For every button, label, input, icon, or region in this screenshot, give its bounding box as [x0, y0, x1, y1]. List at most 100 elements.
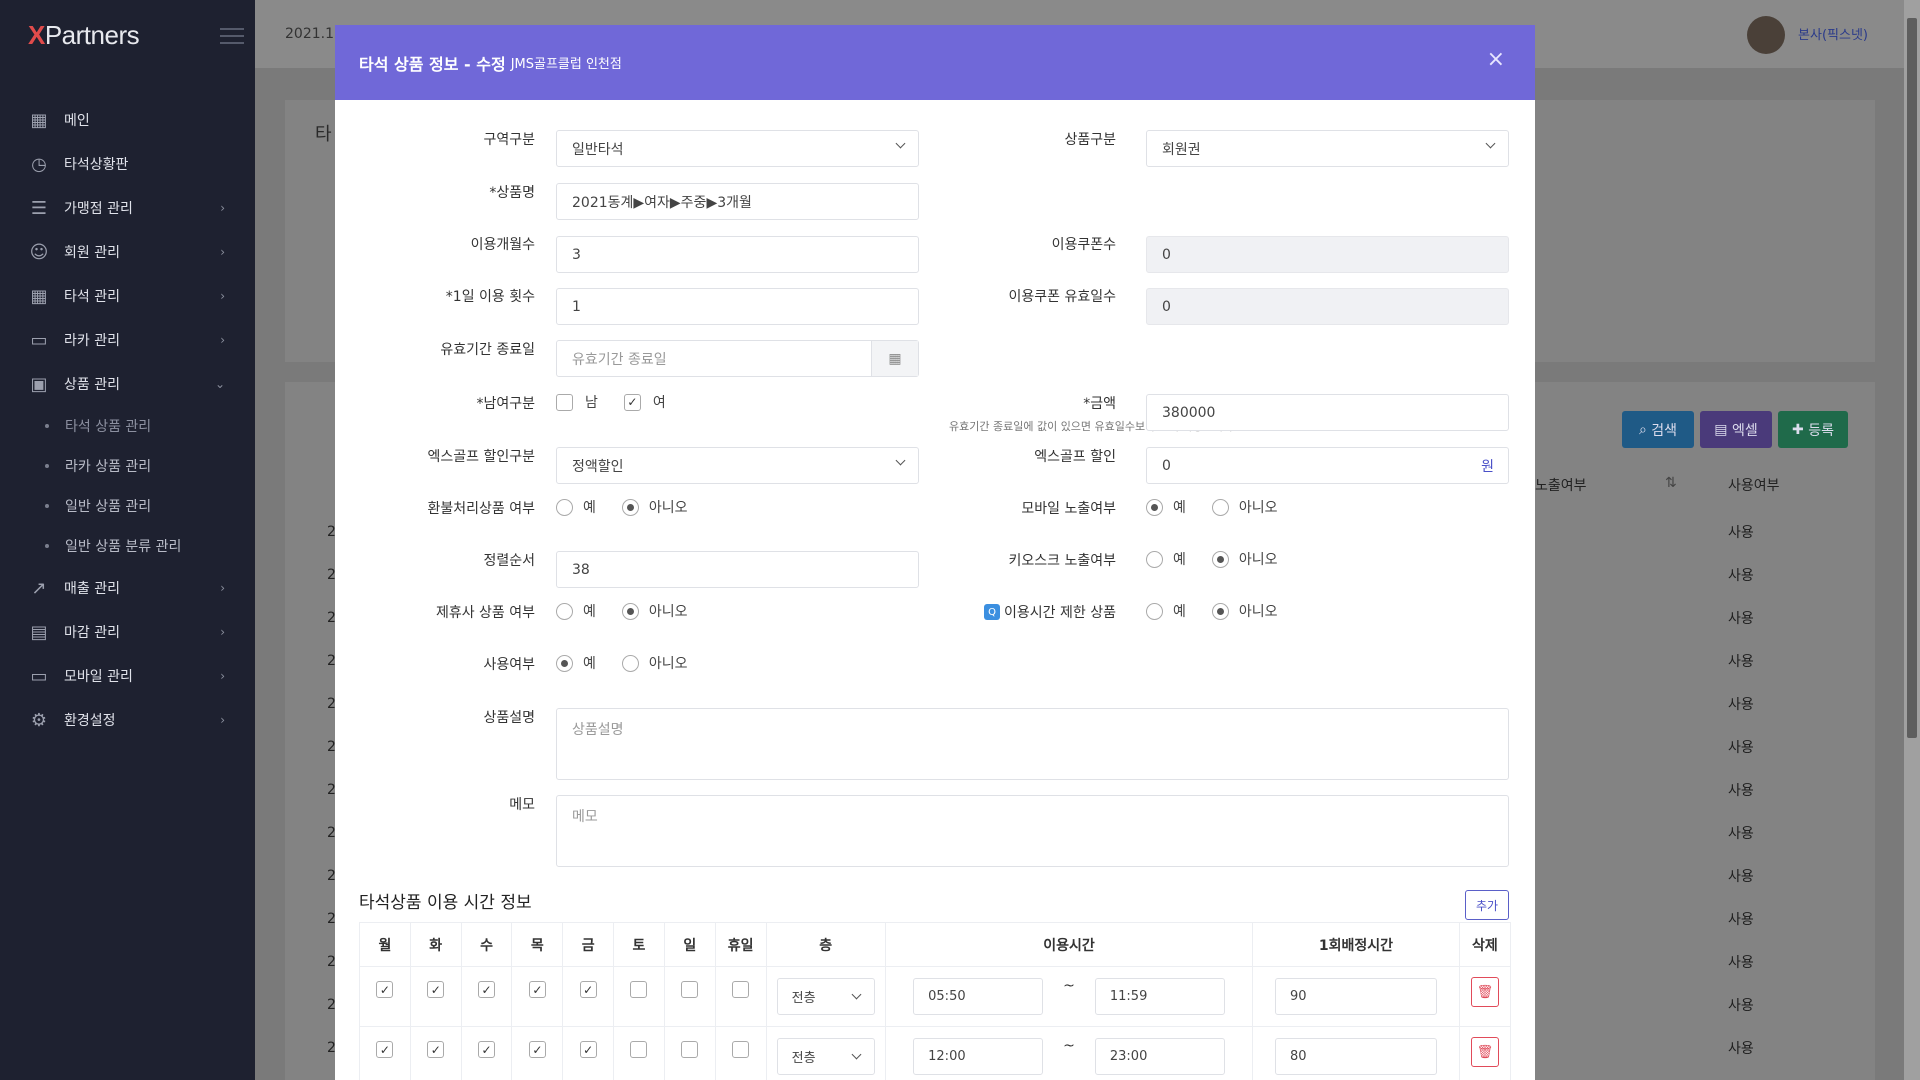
description-textarea[interactable]: 상품설명 [556, 708, 1509, 780]
day-checkbox[interactable]: ✓ [478, 1041, 496, 1058]
months-input[interactable]: 3 [556, 236, 919, 273]
sidebar-item[interactable]: ▭ 모바일 관리 › [0, 654, 255, 698]
sidebar-subitem[interactable]: 일반 상품 분류 관리 [0, 526, 255, 566]
column-header-exposure[interactable]: 노출여부 [1535, 475, 1587, 495]
sidebar-item[interactable]: ▤ 마감 관리 › [0, 610, 255, 654]
sidebar-item[interactable]: ▭ 라카 관리 › [0, 318, 255, 362]
sidebar-subitem[interactable]: 타석 상품 관리 [0, 406, 255, 446]
time-limit-yes-option[interactable]: 예 [1146, 601, 1186, 621]
avatar[interactable] [1747, 16, 1785, 54]
excel-button[interactable]: ▤ 엑셀 [1700, 411, 1772, 448]
price-input[interactable]: 380000 [1146, 394, 1509, 431]
sort-icon[interactable]: ⇅ [1665, 475, 1677, 491]
floor-select[interactable]: 전층 [776, 978, 875, 1015]
end-time-input[interactable]: 11:59 [1094, 978, 1225, 1015]
day-checkbox[interactable]: ✓ [528, 1041, 546, 1058]
radio-button[interactable] [556, 654, 573, 672]
app-logo[interactable]: XPartners [28, 20, 140, 51]
radio-button[interactable] [1211, 602, 1229, 620]
start-time-input[interactable]: 05:50 [913, 978, 1044, 1015]
use-no-option[interactable]: 아니오 [621, 653, 688, 673]
partner-no-option[interactable]: 아니오 [621, 601, 688, 621]
coupon-count-input[interactable]: 0 [1146, 236, 1509, 273]
product-type-select[interactable]: 회원권 [1146, 130, 1509, 167]
mobile-yes-option[interactable]: 예 [1146, 497, 1186, 517]
discount-type-select[interactable]: 정액할인 [556, 447, 919, 484]
sidebar-item[interactable]: ☰ 가맹점 관리 › [0, 186, 255, 230]
day-checkbox[interactable] [681, 1041, 699, 1058]
day-checkbox[interactable]: ✓ [376, 981, 394, 998]
mobile-no-option[interactable]: 아니오 [1211, 497, 1278, 517]
gender-female-option[interactable]: ✓ 여 [623, 392, 666, 412]
day-checkbox[interactable]: ✓ [478, 981, 496, 998]
daily-count-input[interactable]: 1 [556, 288, 919, 325]
calendar-icon[interactable]: ▦ [871, 341, 918, 376]
sidebar-subitem[interactable]: 라카 상품 관리 [0, 446, 255, 486]
scrollbar-thumb[interactable] [1907, 18, 1917, 738]
radio-button[interactable] [1211, 498, 1229, 516]
radio-button[interactable] [1146, 550, 1163, 568]
gender-male-option[interactable]: 남 [556, 392, 598, 412]
sidebar-subitem[interactable]: 일반 상품 관리 [0, 486, 255, 526]
radio-button[interactable] [621, 654, 639, 672]
day-checkbox[interactable] [732, 1041, 750, 1058]
sidebar-item[interactable]: ⚙ 환경설정 › [0, 698, 255, 742]
memo-textarea[interactable]: 메모 [556, 795, 1509, 867]
trash-icon[interactable]: 🗑 [1470, 1037, 1499, 1067]
male-checkbox[interactable] [556, 393, 573, 411]
refund-no-option[interactable]: 아니오 [621, 497, 688, 517]
column-header-use[interactable]: 사용여부 [1728, 475, 1780, 495]
time-limit-no-option[interactable]: 아니오 [1211, 601, 1278, 621]
menu-toggle-icon[interactable] [220, 28, 244, 49]
radio-button[interactable] [556, 498, 573, 516]
discount-input[interactable]: 0원 [1146, 447, 1509, 484]
add-time-button[interactable]: 추가 [1465, 890, 1509, 920]
day-checkbox[interactable] [630, 981, 648, 998]
radio-button[interactable] [1211, 550, 1229, 568]
day-checkbox[interactable] [630, 1041, 648, 1058]
minutes-input[interactable]: 90 [1274, 978, 1437, 1015]
sidebar-item[interactable]: ▦ 타석 관리 › [0, 274, 255, 318]
trash-icon[interactable]: 🗑 [1470, 977, 1499, 1007]
female-checkbox[interactable]: ✓ [623, 393, 641, 411]
search-button[interactable]: ⌕ 검색 [1622, 411, 1694, 448]
register-button[interactable]: ✚ 등록 [1778, 411, 1848, 448]
day-checkbox[interactable]: ✓ [427, 1041, 445, 1058]
sidebar-item[interactable]: ◷ 타석상황판 [0, 142, 255, 186]
radio-button[interactable] [621, 602, 639, 620]
day-checkbox[interactable]: ✓ [528, 981, 546, 998]
day-checkbox[interactable]: ✓ [579, 1041, 597, 1058]
floor-select[interactable]: 전층 [776, 1038, 875, 1075]
partner-yes-option[interactable]: 예 [556, 601, 596, 621]
radio-button[interactable] [621, 498, 639, 516]
user-name[interactable]: 본사(픽스넷) [1798, 24, 1868, 43]
day-checkbox[interactable]: ✓ [579, 981, 597, 998]
day-checkbox[interactable] [681, 981, 699, 998]
sort-input[interactable]: 38 [556, 551, 919, 588]
zone-select[interactable]: 일반타석 [556, 130, 919, 167]
kiosk-yes-option[interactable]: 예 [1146, 549, 1186, 569]
kiosk-no-option[interactable]: 아니오 [1211, 549, 1278, 569]
use-yes-option[interactable]: 예 [556, 653, 596, 673]
day-checkbox[interactable]: ✓ [427, 981, 445, 998]
bullet-icon [45, 544, 49, 548]
sidebar-item[interactable]: ☺ 회원 관리 › [0, 230, 255, 274]
minutes-input[interactable]: 80 [1274, 1038, 1437, 1075]
sidebar-item[interactable]: ▣ 상품 관리 ⌄ [0, 362, 255, 406]
expiry-date-input[interactable]: 유효기간 종료일 ▦ [556, 340, 919, 377]
radio-button[interactable] [556, 602, 573, 620]
page-scrollbar[interactable] [1904, 0, 1920, 1080]
coupon-days-input[interactable]: 0 [1146, 288, 1509, 325]
product-name-input[interactable]: 2021동계▶여자▶주중▶3개월 [556, 183, 919, 220]
refund-yes-option[interactable]: 예 [556, 497, 596, 517]
sidebar-item[interactable]: ▦ 메인 [0, 98, 255, 142]
close-icon[interactable]: × [1487, 47, 1505, 72]
day-checkbox[interactable]: ✓ [376, 1041, 394, 1058]
radio-button[interactable] [1146, 498, 1163, 516]
radio-button[interactable] [1146, 602, 1163, 620]
end-time-input[interactable]: 23:00 [1094, 1038, 1225, 1075]
sidebar-item[interactable]: ↗ 매출 관리 › [0, 566, 255, 610]
start-time-input[interactable]: 12:00 [913, 1038, 1044, 1075]
day-checkbox[interactable] [732, 981, 750, 998]
help-icon[interactable]: Q [984, 604, 1001, 620]
